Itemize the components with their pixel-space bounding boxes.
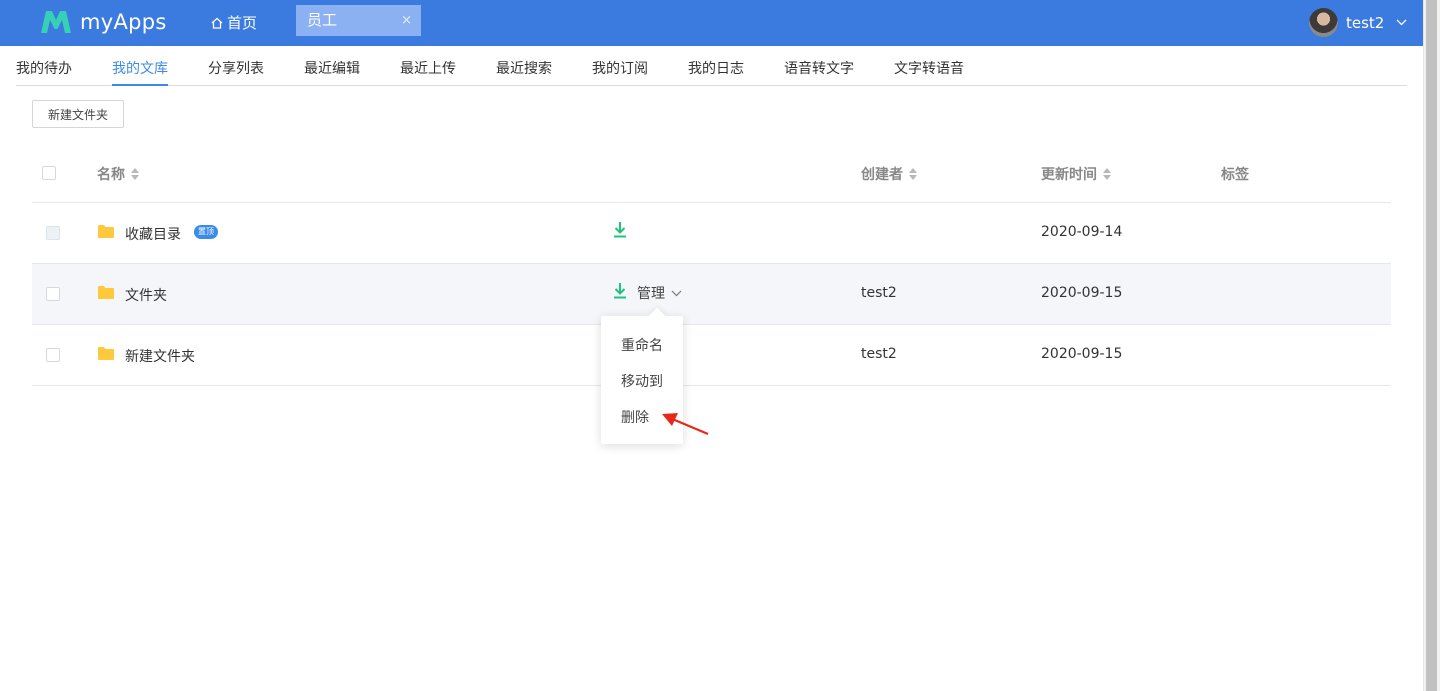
creator: test2 [861,285,897,301]
table-row[interactable]: 文件夹 管理 test2 2020-09-15 [32,264,1391,325]
nav-item-todo[interactable]: 我的待办 [16,58,72,78]
library-nav: 我的待办 我的文库 分享列表 最近编辑 最近上传 最近搜索 我的订阅 我的日志 … [16,46,1407,86]
manage-dropdown[interactable]: 管理 [637,283,682,303]
column-creator[interactable]: 创建者 [861,164,917,184]
menu-item-move-to[interactable]: 移动到 [621,371,663,391]
nav-item-subscriptions[interactable]: 我的订阅 [592,58,648,78]
pinned-badge: 置顶 [194,225,218,239]
logo-icon [41,11,71,33]
sort-icon[interactable] [909,168,917,180]
row-checkbox[interactable] [46,348,60,362]
folder-icon [98,286,114,299]
top-bar: myApps 首页 员工 × test2 [0,0,1423,46]
folder-icon [98,225,114,238]
column-tags: 标签 [1221,164,1249,184]
tab-employee[interactable]: 员工 × [296,5,421,36]
column-updated[interactable]: 更新时间 [1041,164,1111,184]
sort-icon[interactable] [131,168,139,180]
folder-icon [98,347,114,360]
chevron-down-icon [671,290,682,296]
home-icon [211,17,223,29]
nav-item-speech-to-text[interactable]: 语音转文字 [784,58,854,78]
file-name[interactable]: 文件夹 [125,285,167,305]
file-name[interactable]: 收藏目录 [125,224,181,244]
table-row[interactable]: 新建文件夹 test2 2020-09-15 [32,325,1391,386]
app-name: myApps [80,10,167,34]
menu-item-delete[interactable]: 删除 [621,407,649,427]
user-menu[interactable]: test2 [1309,8,1407,37]
nav-item-my-log[interactable]: 我的日志 [688,58,744,78]
column-name-label: 名称 [97,167,125,183]
table-header: 名称 创建者 更新时间 标签 [32,143,1391,203]
updated-date: 2020-09-14 [1041,224,1123,240]
new-folder-button[interactable]: 新建文件夹 [32,100,124,128]
nav-item-recent-upload[interactable]: 最近上传 [400,58,456,78]
updated-date: 2020-09-15 [1041,346,1123,362]
nav-item-share-list[interactable]: 分享列表 [208,58,264,78]
scrollbar-thumb[interactable] [1426,0,1437,691]
file-table: 名称 创建者 更新时间 标签 收藏目录 置顶 2020-09-14 文件夹 管理 [32,143,1391,386]
nav-item-my-library[interactable]: 我的文库 [112,58,168,78]
download-icon[interactable] [613,283,627,299]
sort-icon[interactable] [1103,168,1111,180]
nav-item-text-to-speech[interactable]: 文字转语音 [894,58,964,78]
manage-label: 管理 [637,286,665,302]
row-checkbox [46,226,60,240]
avatar [1309,8,1338,37]
chevron-down-icon [1396,19,1407,26]
download-icon[interactable] [613,222,627,238]
nav-item-recent-edit[interactable]: 最近编辑 [304,58,360,78]
tab-employee-label: 员工 [307,11,338,29]
menu-item-rename[interactable]: 重命名 [621,335,663,355]
column-tags-label: 标签 [1221,167,1249,183]
table-row[interactable]: 收藏目录 置顶 2020-09-14 [32,203,1391,264]
row-checkbox[interactable] [46,287,60,301]
tab-close-icon[interactable]: × [401,5,412,36]
creator: test2 [861,346,897,362]
column-name[interactable]: 名称 [97,164,139,184]
column-creator-label: 创建者 [861,167,903,183]
annotation-arrow-icon [662,413,709,436]
app-logo[interactable]: myApps [40,8,167,36]
updated-date: 2020-09-15 [1041,285,1123,301]
user-name: test2 [1346,13,1385,32]
column-updated-label: 更新时间 [1041,167,1097,183]
home-label: 首页 [227,14,258,32]
file-name[interactable]: 新建文件夹 [125,346,195,366]
active-tab-indicator [112,84,168,86]
nav-item-recent-search[interactable]: 最近搜索 [496,58,552,78]
select-all-checkbox[interactable] [42,166,56,180]
home-tab[interactable]: 首页 [211,12,257,33]
